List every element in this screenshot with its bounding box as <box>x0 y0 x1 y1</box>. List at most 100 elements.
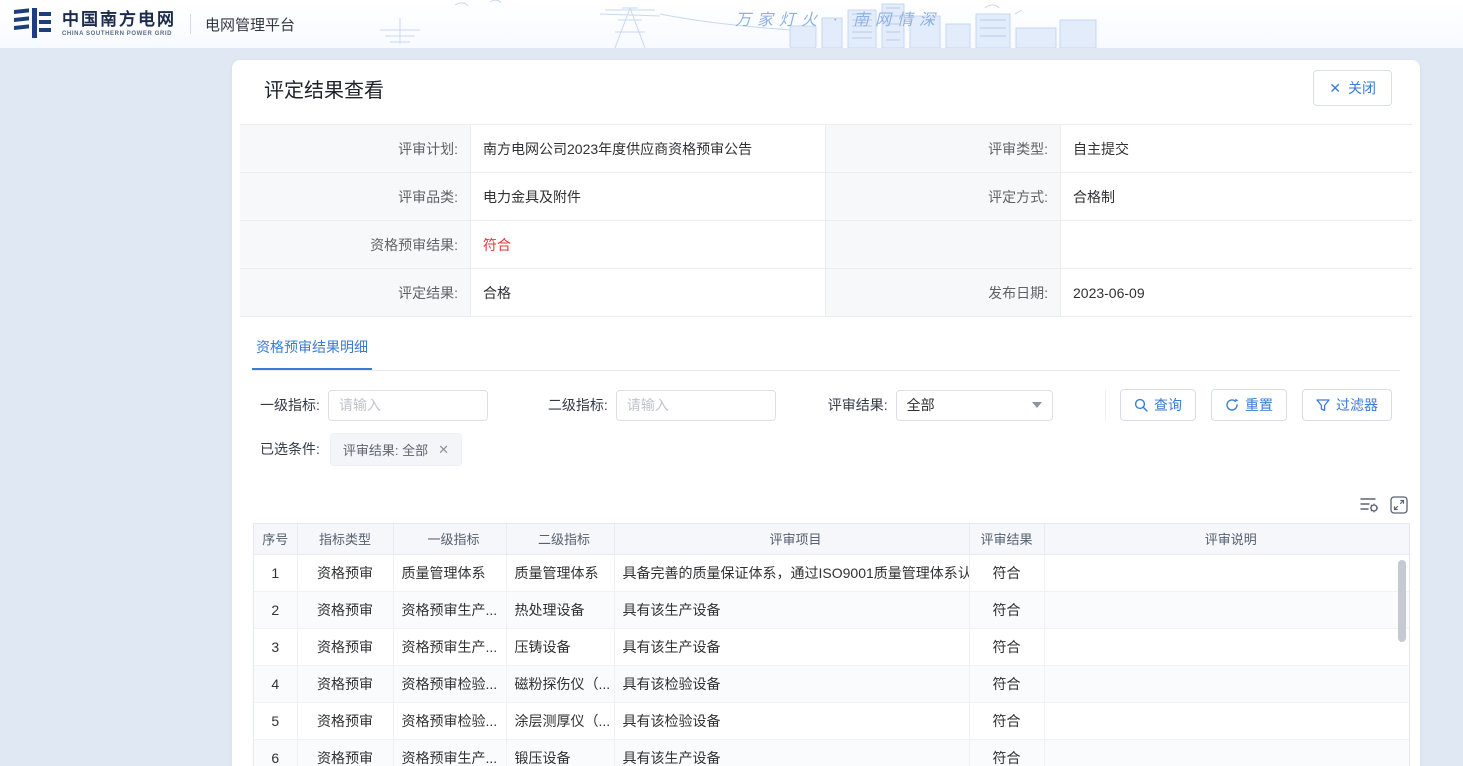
field-value-assess-method: 合格制 <box>1061 173 1412 220</box>
field-label-assess-result: 评定结果: <box>240 269 471 316</box>
table-cell: 资格预审生产... <box>393 591 506 628</box>
filter-bar: 一级指标: 二级指标: 评审结果: 全部 查询 重置 <box>260 389 1392 421</box>
level2-indicator-input[interactable] <box>616 390 776 421</box>
table-cell: 资格预审 <box>297 591 393 628</box>
level1-indicator-input[interactable] <box>328 390 488 421</box>
review-result-selected-value: 全部 <box>907 395 935 415</box>
table-cell: 具有该生产设备 <box>614 628 969 665</box>
column-header: 评审说明 <box>1044 524 1409 554</box>
column-settings-icon[interactable] <box>1360 496 1380 514</box>
field-label-review-type: 评审类型: <box>826 125 1061 172</box>
table-cell: 资格预审 <box>297 628 393 665</box>
column-header: 序号 <box>254 524 297 554</box>
table-cell: 具有该检验设备 <box>614 702 969 739</box>
table-cell: 符合 <box>969 739 1044 766</box>
selected-conditions-label: 已选条件: <box>260 439 320 459</box>
results-table-header-row: 序号指标类型一级指标二级指标评审项目评审结果评审说明 <box>254 524 1409 554</box>
column-header: 二级指标 <box>506 524 614 554</box>
level2-indicator-label: 二级指标: <box>548 395 608 415</box>
field-value-prequal-result: 符合 <box>471 221 826 268</box>
field-value-empty <box>1061 221 1412 268</box>
table-cell: 资格预审检验... <box>393 665 506 702</box>
remove-condition-icon[interactable]: ✕ <box>438 443 449 456</box>
reset-button[interactable]: 重置 <box>1211 389 1287 421</box>
review-result-select[interactable]: 全部 <box>896 390 1053 421</box>
table-cell: 具有该生产设备 <box>614 739 969 766</box>
column-header: 指标类型 <box>297 524 393 554</box>
selected-condition-text: 评审结果: 全部 <box>343 440 428 459</box>
table-cell: 锻压设备 <box>506 739 614 766</box>
field-label-review-plan: 评审计划: <box>240 125 471 172</box>
table-cell: 4 <box>254 665 297 702</box>
selected-conditions-row: 已选条件: 评审结果: 全部 ✕ <box>260 434 1392 464</box>
table-cell: 热处理设备 <box>506 591 614 628</box>
field-label-empty <box>826 221 1061 268</box>
banner-illustration <box>360 0 1100 48</box>
field-label-assess-method: 评定方式: <box>826 173 1061 220</box>
funnel-icon <box>1316 398 1330 412</box>
results-table-wrap: 序号指标类型一级指标二级指标评审项目评审结果评审说明 1资格预审质量管理体系质量… <box>253 523 1410 766</box>
table-cell: 符合 <box>969 554 1044 591</box>
table-cell: 资格预审生产... <box>393 628 506 665</box>
chevron-down-icon <box>1032 402 1042 408</box>
table-row[interactable]: 3资格预审资格预审生产...压铸设备具有该生产设备符合 <box>254 628 1409 665</box>
level1-indicator-label: 一级指标: <box>260 395 320 415</box>
table-cell: 质量管理体系 <box>506 554 614 591</box>
close-button[interactable]: ✕ 关闭 <box>1313 70 1392 106</box>
table-cell: 资格预审 <box>297 665 393 702</box>
tab-prequal-result-detail[interactable]: 资格预审结果明细 <box>252 331 372 370</box>
table-row[interactable]: 6资格预审资格预审生产...锻压设备具有该生产设备符合 <box>254 739 1409 766</box>
table-row[interactable]: 4资格预审资格预审检验...磁粉探伤仪（...具有该检验设备符合 <box>254 665 1409 702</box>
close-icon: ✕ <box>1329 81 1341 95</box>
platform-title: 电网管理平台 <box>205 14 295 35</box>
table-scrollbar-thumb[interactable] <box>1398 560 1406 642</box>
table-cell: 3 <box>254 628 297 665</box>
table-cell: 符合 <box>969 591 1044 628</box>
results-table: 序号指标类型一级指标二级指标评审项目评审结果评审说明 1资格预审质量管理体系质量… <box>254 524 1409 766</box>
logo-text-cn: 中国南方电网 <box>62 11 176 28</box>
table-cell <box>1044 591 1409 628</box>
info-row: 评审品类: 电力金具及附件 评定方式: 合格制 <box>240 173 1412 221</box>
reset-button-label: 重置 <box>1245 395 1273 415</box>
field-value-review-plan: 南方电网公司2023年度供应商资格预审公告 <box>471 125 826 172</box>
table-row[interactable]: 2资格预审资格预审生产...热处理设备具有该生产设备符合 <box>254 591 1409 628</box>
field-label-publish-date: 发布日期: <box>826 269 1061 316</box>
column-header: 评审结果 <box>969 524 1044 554</box>
table-cell: 2 <box>254 591 297 628</box>
search-icon <box>1134 398 1148 412</box>
filter-button[interactable]: 过滤器 <box>1302 389 1392 421</box>
csg-logo-icon <box>14 8 54 40</box>
logo: 中国南方电网 CHINA SOUTHERN POWER GRID <box>14 8 176 40</box>
table-row[interactable]: 1资格预审质量管理体系质量管理体系具备完善的质量保证体系，通过ISO9001质量… <box>254 554 1409 591</box>
result-view-panel: 评定结果查看 ✕ 关闭 评审计划: 南方电网公司2023年度供应商资格预审公告 … <box>232 60 1420 766</box>
tab-bar: 资格预审结果明细 <box>252 331 1400 371</box>
column-header: 一级指标 <box>393 524 506 554</box>
field-value-review-category: 电力金具及附件 <box>471 173 826 220</box>
table-cell: 资格预审 <box>297 554 393 591</box>
page-title: 评定结果查看 <box>264 74 384 103</box>
results-table-body: 1资格预审质量管理体系质量管理体系具备完善的质量保证体系，通过ISO9001质量… <box>254 554 1409 766</box>
table-cell <box>1044 628 1409 665</box>
filter-button-label: 过滤器 <box>1336 395 1378 415</box>
selected-condition-tag: 评审结果: 全部 ✕ <box>330 433 462 466</box>
field-label-prequal-result: 资格预审结果: <box>240 221 471 268</box>
table-cell: 涂层测厚仪（... <box>506 702 614 739</box>
search-button-label: 查询 <box>1154 395 1182 415</box>
table-cell: 压铸设备 <box>506 628 614 665</box>
table-cell: 资格预审 <box>297 702 393 739</box>
table-cell <box>1044 665 1409 702</box>
table-cell <box>1044 554 1409 591</box>
search-button[interactable]: 查询 <box>1120 389 1196 421</box>
table-row[interactable]: 5资格预审资格预审检验...涂层测厚仪（...具有该检验设备符合 <box>254 702 1409 739</box>
column-header: 评审项目 <box>614 524 969 554</box>
fullscreen-icon[interactable] <box>1390 496 1408 514</box>
header-divider <box>190 14 191 34</box>
table-cell: 资格预审 <box>297 739 393 766</box>
table-cell: 具有该生产设备 <box>614 591 969 628</box>
info-row: 评审计划: 南方电网公司2023年度供应商资格预审公告 评审类型: 自主提交 <box>240 125 1412 173</box>
table-cell <box>1044 739 1409 766</box>
info-row: 评定结果: 合格 发布日期: 2023-06-09 <box>240 269 1412 317</box>
table-cell: 符合 <box>969 628 1044 665</box>
table-cell: 磁粉探伤仪（... <box>506 665 614 702</box>
field-value-assess-result: 合格 <box>471 269 826 316</box>
